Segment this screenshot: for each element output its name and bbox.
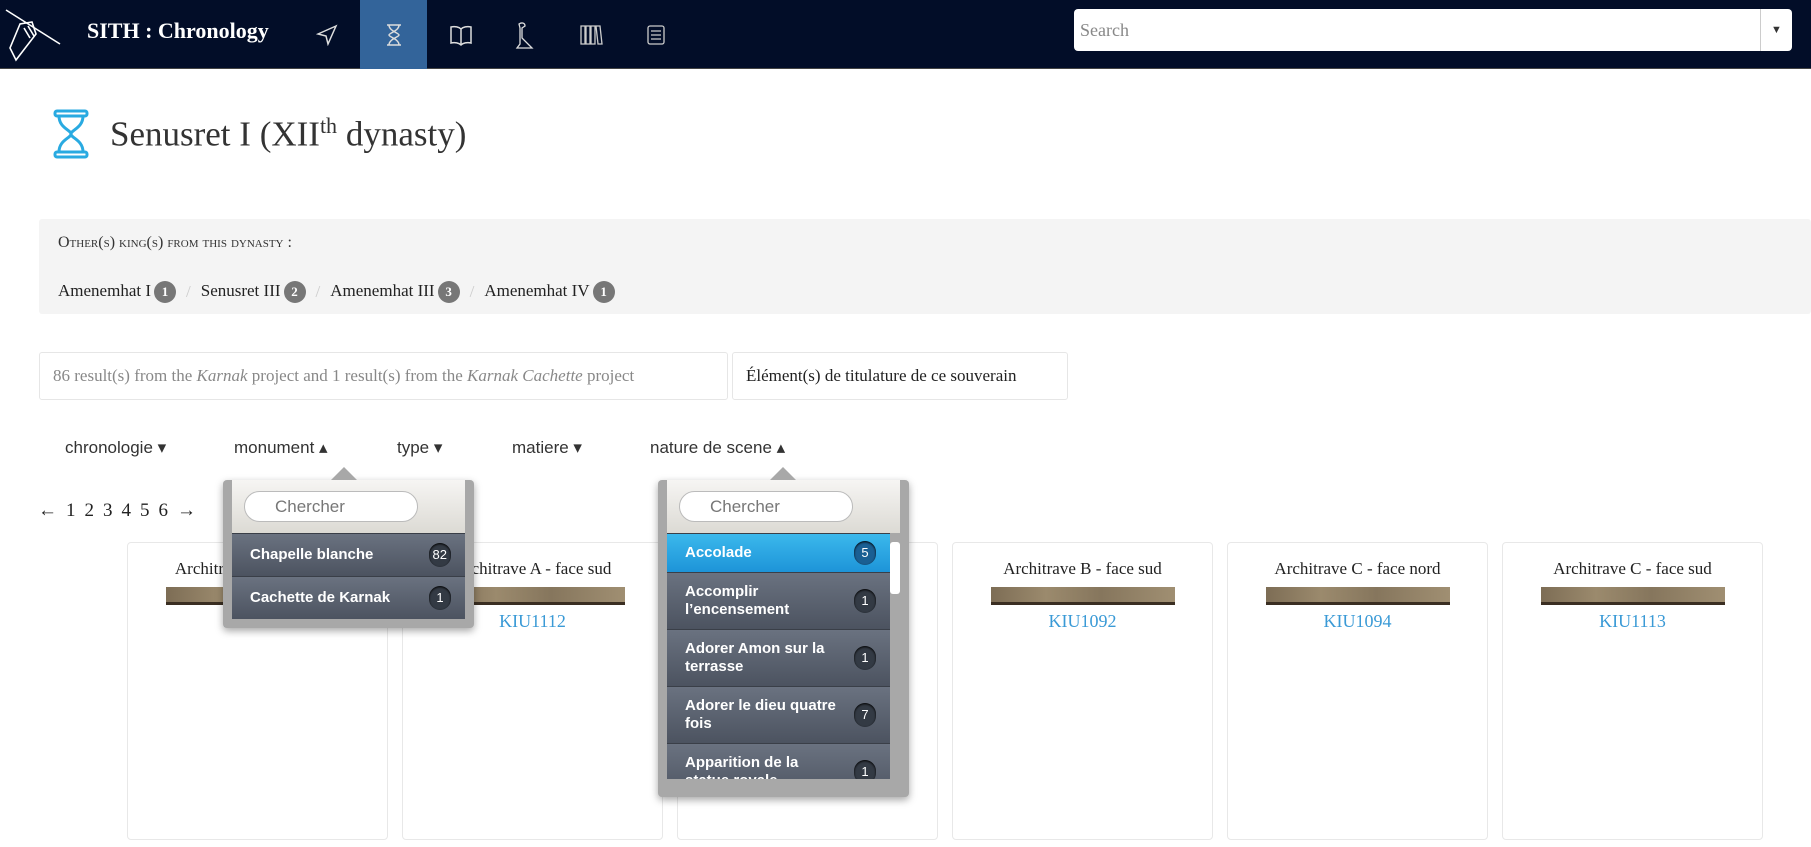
app-title[interactable]: SITH : Chronology	[87, 18, 269, 44]
nav-chronology[interactable]	[360, 0, 427, 69]
top-navbar: SITH : Chronology ▼	[0, 0, 1811, 69]
titulary-tab[interactable]: Élément(s) de titulature de ce souverain	[732, 352, 1068, 400]
dropdown-option[interactable]: Apparition de la statue royale1	[667, 743, 890, 779]
card-link[interactable]: KIU1113	[1503, 611, 1762, 632]
filter-nature-de-scene[interactable]: nature de scene ▴	[650, 438, 785, 458]
dropdown-option[interactable]: Chapelle blanche 82	[232, 533, 465, 576]
hourglass-icon	[386, 23, 401, 46]
card-thumbnail[interactable]	[1540, 587, 1725, 605]
page-link[interactable]: 6	[159, 500, 169, 522]
page-link[interactable]: 2	[85, 500, 95, 522]
library-icon	[580, 24, 603, 45]
send-icon	[316, 24, 338, 46]
card-link[interactable]: KIU1094	[1228, 611, 1487, 632]
card-title: Architrave B - face sud	[1003, 559, 1162, 578]
nav-send[interactable]	[294, 0, 360, 69]
nav-settings[interactable]	[623, 0, 689, 69]
scene-search-input[interactable]	[679, 491, 853, 522]
search-box: ▼	[1074, 9, 1792, 51]
monument-dropdown: Chapelle blanche82 Cachette de Karnak1	[223, 467, 474, 628]
scrollbar[interactable]	[890, 542, 900, 594]
kings-breadcrumb: Amenemhat I 1/ Senusret III 2/ Amenemhat I…	[58, 281, 615, 303]
result-card[interactable]: Architrave C - face sud KIU1113	[1502, 542, 1763, 840]
king-link[interactable]: Amenemhat I1	[58, 281, 176, 303]
king-link[interactable]: Senusret III 2	[201, 281, 306, 303]
card-title: Architrave C - face sud	[1553, 559, 1712, 578]
prev-page[interactable]: ←	[38, 500, 57, 522]
card-thumbnail[interactable]	[990, 587, 1175, 605]
scene-dropdown: Accolade5 Accomplir l’encensement1 Adore…	[658, 467, 909, 797]
page-link[interactable]: 5	[140, 500, 150, 522]
search-input[interactable]	[1074, 9, 1750, 51]
hourglass-icon	[53, 109, 89, 159]
filter-matiere[interactable]: matiere ▾	[512, 438, 582, 458]
dropdown-option-selected[interactable]: Accolade 5	[667, 533, 890, 572]
results-summary-tab[interactable]: 86 result(s) from the Karnak project and…	[39, 352, 728, 400]
page-link[interactable]: 3	[103, 500, 113, 522]
nav-hieroglyph[interactable]	[492, 0, 558, 69]
page-link[interactable]: 1	[66, 500, 76, 522]
king-link[interactable]: Amenemhat III 3	[330, 281, 460, 303]
pagination: ← 1 2 3 4 5 6 →	[38, 500, 196, 522]
caret-down-icon: ▼	[1771, 24, 1782, 36]
page-link[interactable]: 4	[122, 500, 132, 522]
dropdown-option[interactable]: Adorer Amon sur la terrasse 1	[667, 629, 890, 686]
page-title: Senusret I (XIIth dynasty)	[52, 108, 466, 160]
filter-type[interactable]: type ▾	[397, 438, 442, 458]
dropdown-option[interactable]: Accomplir l’encensement 1	[667, 572, 890, 629]
settings-list-icon	[647, 24, 665, 45]
scene-option-list: Accolade 5 Accomplir l’encensement 1 Adore…	[667, 533, 890, 779]
dropdown-option[interactable]: Adorer le dieu quatre fois 7	[667, 686, 890, 743]
dropdown-option[interactable]: Cachette de Karnak 1	[232, 576, 465, 619]
page-heading: Senusret I (XIIth dynasty)	[110, 113, 467, 154]
filter-chronologie[interactable]: chronologie ▾	[65, 438, 166, 458]
filter-monument[interactable]: monument ▴	[234, 438, 328, 458]
scribe-hand-logo-icon[interactable]	[2, 4, 64, 64]
book-icon	[450, 25, 472, 46]
next-page[interactable]: →	[177, 500, 196, 522]
result-card[interactable]: Architrave C - face nord KIU1094	[1227, 542, 1488, 840]
card-thumbnail[interactable]	[1265, 587, 1450, 605]
dynasty-panel: Other(s) king(s) from this dynasty : Ame…	[39, 219, 1811, 314]
dynasty-heading: Other(s) king(s) from this dynasty :	[58, 234, 292, 251]
king-link[interactable]: Amenemhat IV 1	[484, 281, 615, 303]
nav-book[interactable]	[428, 0, 494, 69]
card-title: Architrave C - face nord	[1274, 559, 1441, 578]
search-dropdown-toggle[interactable]: ▼	[1760, 9, 1792, 51]
monument-search-input[interactable]	[244, 491, 418, 522]
nav-library[interactable]	[558, 0, 624, 69]
result-card[interactable]: Architrave B - face sud KIU1092	[952, 542, 1213, 840]
card-link[interactable]: KIU1092	[953, 611, 1212, 632]
falcon-hieroglyph-icon	[515, 21, 534, 49]
